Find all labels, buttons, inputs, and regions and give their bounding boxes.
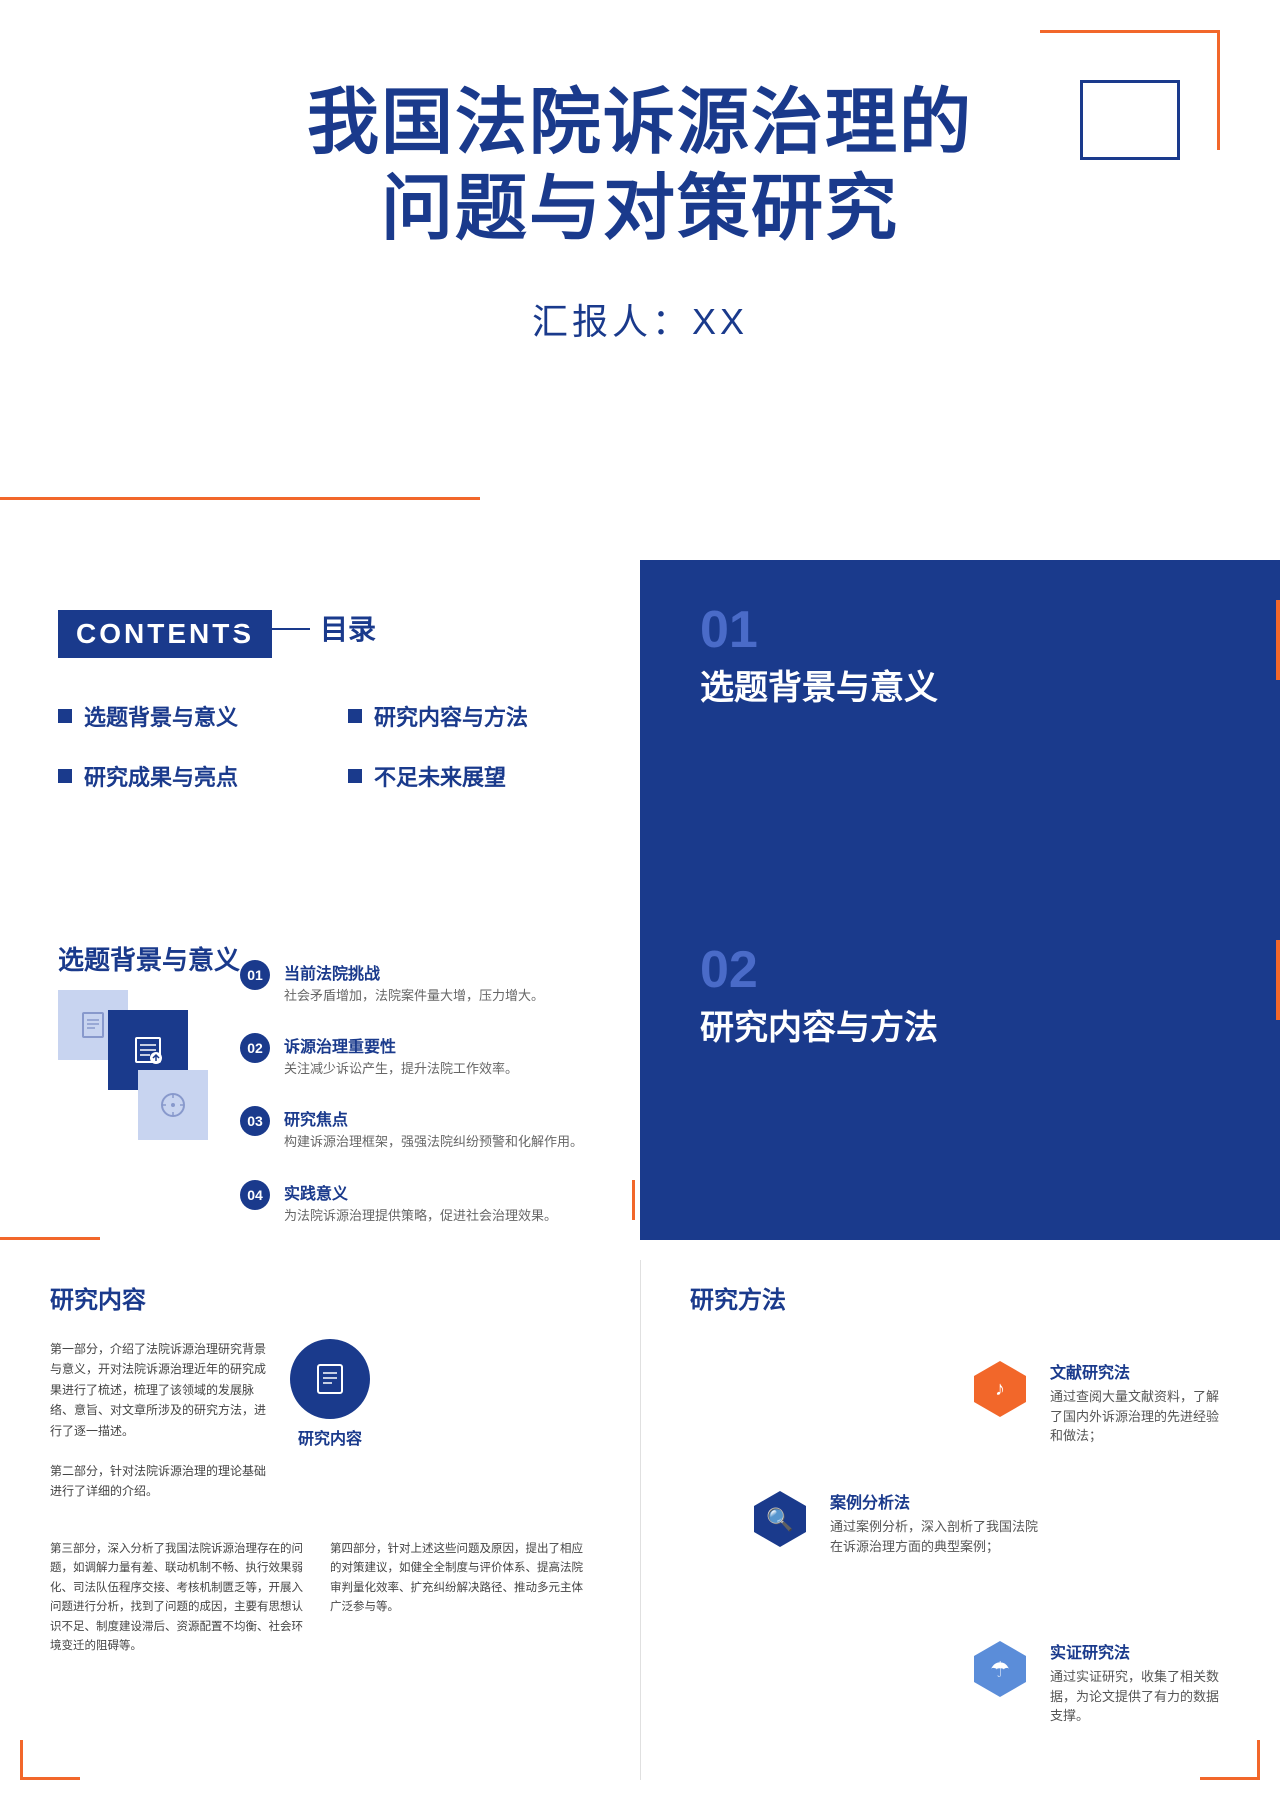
- text-block-2: 第二部分，针对法院诉源治理的理论基础进行了详细的介绍。: [50, 1461, 270, 1502]
- text-blocks-left: 第一部分，介绍了法院诉源治理研究背景与意义，开对法院诉源治理近年的研究成果进行了…: [50, 1339, 270, 1522]
- item-text-02: 诉源治理重要性 关注减少诉讼产生，提升法院工作效率。: [284, 1033, 518, 1078]
- num-badge-04: 04: [240, 1180, 270, 1210]
- content-item-01: 01 当前法院挑战 社会矛盾增加，法院案件量大增，压力增大。: [240, 960, 590, 1005]
- method-shizheng-info: 实证研究法 通过实证研究，收集了相关数据，为论文提供了有力的数据支撑。: [1050, 1639, 1230, 1726]
- text-blocks-bottom: 第三部分，深入分析了我国法院诉源治理存在的问题，如调解力量有差、联动机制不畅、执…: [50, 1540, 590, 1677]
- toc-item-4: 不足未来展望: [348, 760, 618, 792]
- toc-item-2: 研究内容与方法: [348, 700, 618, 732]
- svg-text:☂: ☂: [990, 1657, 1010, 1682]
- toc-square-icon-4: [348, 769, 362, 783]
- toc-label-4: 不足未来展望: [374, 760, 506, 792]
- left-panel-research-content: 研究内容 第一部分，介绍了法院诉源治理研究背景与意义，开对法院诉源治理近年的研究…: [0, 1240, 640, 1800]
- svg-text:🔍: 🔍: [766, 1505, 793, 1532]
- deco-blue-rect-corner: [1080, 80, 1180, 160]
- icon-group: [58, 990, 218, 1190]
- toc-grid: 选题背景与意义 研究内容与方法 研究成果与亮点 不足未来展望: [58, 700, 618, 792]
- text-block-4: 第四部分，针对上述这些问题及原因，提出了相应的对策建议，如健全全制度与评价体系、…: [330, 1540, 590, 1657]
- right-section-block-01: 01 选题背景与意义: [640, 560, 1280, 900]
- deco-orange-line-right: [1217, 30, 1220, 150]
- method-wenxian-desc: 通过查阅大量文献资料，了解了国内外诉源治理的先进经验和做法；: [1050, 1387, 1230, 1446]
- contents-divider-line: [230, 628, 310, 630]
- deco-orange-bottom-left-h: [20, 1777, 80, 1780]
- method-wenxian: ♪ 文献研究法 通过查阅大量文献资料，了解了国内外诉源治理的先进经验和做法；: [970, 1359, 1230, 1466]
- num-badge-02: 02: [240, 1033, 270, 1063]
- deco-orange-bottom-right-v: [1257, 1740, 1260, 1780]
- toc-square-icon-3: [58, 769, 72, 783]
- method-wenxian-info: 文献研究法 通过查阅大量文献资料，了解了国内外诉源治理的先进经验和做法；: [1050, 1359, 1230, 1446]
- toc-label-1: 选题背景与意义: [84, 700, 238, 732]
- section-num-02: 02: [700, 940, 758, 1000]
- background-content-items: 01 当前法院挑战 社会矛盾增加，法院案件量大增，压力增大。 02 诉源治理重要…: [240, 960, 590, 1240]
- content-item-04: 04 实践意义 为法院诉源治理提供策略，促进社会治理效果。: [240, 1180, 590, 1225]
- toc-square-icon-2: [348, 709, 362, 723]
- method-anli-desc: 通过案例分析，深入剖析了我国法院在诉源治理方面的典型案例；: [830, 1517, 1050, 1556]
- section-num-01: 01: [700, 600, 758, 660]
- toc-square-icon-1: [58, 709, 72, 723]
- right-section-block-02: 02 研究内容与方法: [640, 900, 1280, 1240]
- icon-box-compass: [138, 1070, 208, 1140]
- method-anli-row: 🔍 案例分析法 通过案例分析，深入剖析了我国法院在诉源治理方面的典型案例；: [750, 1489, 1050, 1556]
- method-shizheng-row: ☂ 实证研究法 通过实证研究，收集了相关数据，为论文提供了有力的数据支撑。: [970, 1639, 1230, 1726]
- slide-title: 我国法院诉源治理的 问题与对策研究 汇报人：XX: [0, 0, 1280, 560]
- left-panel-heading: 研究内容: [50, 1280, 590, 1315]
- toc-label-2: 研究内容与方法: [374, 700, 528, 732]
- method-shizheng-title: 实证研究法: [1050, 1639, 1230, 1663]
- deco-right-orange-accent: [1276, 600, 1280, 680]
- title-line2: 问题与对策研究: [0, 166, 1280, 252]
- slide-section2-detail: 研究内容 第一部分，介绍了法院诉源治理研究背景与意义，开对法院诉源治理近年的研究…: [0, 1240, 1280, 1800]
- research-content-circle-icon: [290, 1339, 370, 1419]
- item-text-03: 研究焦点 构建诉源治理框架，强强法院纠纷预警和化解作用。: [284, 1106, 583, 1151]
- content-item-02: 02 诉源治理重要性 关注减少诉讼产生，提升法院工作效率。: [240, 1033, 590, 1078]
- item-text-01: 当前法院挑战 社会矛盾增加，法院案件量大增，压力增大。: [284, 960, 544, 1005]
- method-wenxian-row: ♪ 文献研究法 通过查阅大量文献资料，了解了国内外诉源治理的先进经验和做法；: [970, 1359, 1230, 1446]
- deco-orange-line-bottom: [0, 497, 480, 500]
- content-item-03: 03 研究焦点 构建诉源治理框架，强强法院纠纷预警和化解作用。: [240, 1106, 590, 1151]
- num-badge-03: 03: [240, 1106, 270, 1136]
- research-text-with-icon: 第一部分，介绍了法院诉源治理研究背景与意义，开对法院诉源治理近年的研究成果进行了…: [50, 1339, 590, 1522]
- text-block-1: 第一部分，介绍了法院诉源治理研究背景与意义，开对法院诉源治理近年的研究成果进行了…: [50, 1339, 270, 1441]
- research-content-center: 研究内容: [290, 1339, 370, 1449]
- hex-wenxian-icon: ♪: [970, 1359, 1030, 1419]
- right-panel-research-method: 研究方法 ♪ 文献研究法 通过查阅大量文献资料，了解了国内外诉源治理的先进经验和…: [640, 1240, 1280, 1800]
- deco-orange-bottom-left-v: [20, 1740, 23, 1780]
- deco-right-orange-v: [632, 1180, 635, 1220]
- section-title-02: 研究内容与方法: [700, 1000, 938, 1049]
- slide-contents: 01 选题背景与意义 CONTENTS 目录 选题背景与意义 研究内容与方法 研…: [0, 560, 1280, 900]
- mulu-label: 目录: [320, 608, 376, 648]
- right-panel-heading: 研究方法: [690, 1280, 1230, 1315]
- svg-text:♪: ♪: [995, 1378, 1005, 1400]
- text-block-3: 第三部分，深入分析了我国法院诉源治理存在的问题，如调解力量有差、联动机制不畅、执…: [50, 1540, 310, 1657]
- toc-item-3: 研究成果与亮点: [58, 760, 328, 792]
- method-anli-title: 案例分析法: [830, 1489, 1050, 1513]
- section-title-01: 选题背景与意义: [700, 660, 938, 709]
- toc-label-3: 研究成果与亮点: [84, 760, 238, 792]
- methods-container: ♪ 文献研究法 通过查阅大量文献资料，了解了国内外诉源治理的先进经验和做法；: [690, 1339, 1230, 1799]
- item-text-04: 实践意义 为法院诉源治理提供策略，促进社会治理效果。: [284, 1180, 557, 1225]
- hex-shizheng-icon: ☂: [970, 1639, 1030, 1699]
- research-content-circle-label: 研究内容: [290, 1425, 370, 1449]
- contents-label: CONTENTS: [58, 610, 272, 658]
- section-heading-background: 选题背景与意义: [58, 940, 240, 977]
- deco-orange-bottom-right-h: [1200, 1777, 1260, 1780]
- method-shizheng-desc: 通过实证研究，收集了相关数据，为论文提供了有力的数据支撑。: [1050, 1667, 1230, 1726]
- method-wenxian-title: 文献研究法: [1050, 1359, 1230, 1383]
- slide-section1-detail: 02 研究内容与方法 选题背景与意义: [0, 900, 1280, 1240]
- method-anli-info: 案例分析法 通过案例分析，深入剖析了我国法院在诉源治理方面的典型案例；: [830, 1489, 1050, 1556]
- deco-orange-line-top: [1040, 30, 1220, 33]
- method-anli: 🔍 案例分析法 通过案例分析，深入剖析了我国法院在诉源治理方面的典型案例；: [750, 1489, 1050, 1576]
- hex-anli-icon: 🔍: [750, 1489, 810, 1549]
- reporter-label: 汇报人：XX: [0, 293, 1280, 345]
- toc-item-1: 选题背景与意义: [58, 700, 328, 732]
- deco-right-orange-accent-2: [1276, 940, 1280, 1020]
- method-shizheng: ☂ 实证研究法 通过实证研究，收集了相关数据，为论文提供了有力的数据支撑。: [970, 1639, 1230, 1746]
- num-badge-01: 01: [240, 960, 270, 990]
